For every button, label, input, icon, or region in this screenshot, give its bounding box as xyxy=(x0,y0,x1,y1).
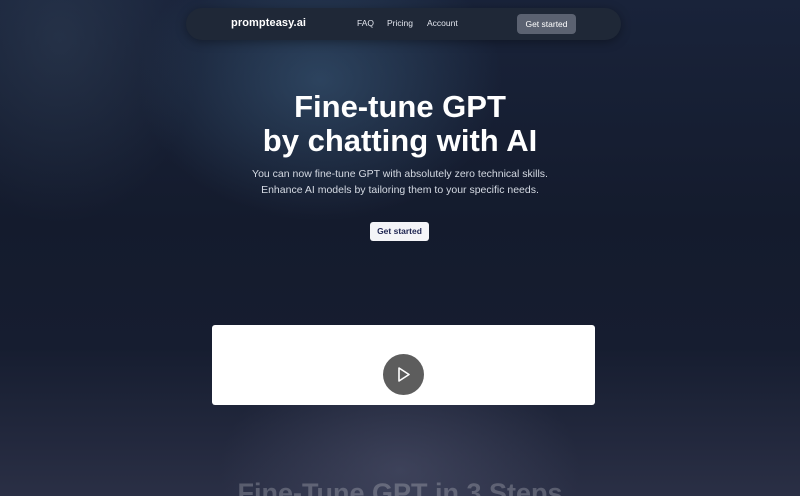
hero-title-line-2: by chatting with AI xyxy=(262,123,538,158)
play-button[interactable] xyxy=(383,354,424,395)
steps-section-heading: Fine-Tune GPT in 3 Steps xyxy=(237,478,563,496)
top-navbar: prompteasy.ai FAQ Pricing Account Get st… xyxy=(186,8,621,40)
video-player[interactable] xyxy=(212,325,595,405)
hero-subtitle: You can now fine-tune GPT with absolutel… xyxy=(0,166,800,198)
nav-get-started-button[interactable]: Get started xyxy=(517,14,576,34)
hero-get-started-button[interactable]: Get started xyxy=(370,222,429,241)
nav-link-account[interactable]: Account xyxy=(427,18,458,28)
brand-logo[interactable]: prompteasy.ai xyxy=(231,17,306,29)
hero-title-line-1: Fine-tune GPT xyxy=(294,89,506,124)
nav-link-pricing[interactable]: Pricing xyxy=(387,18,413,28)
hero-subtitle-line-2: Enhance AI models by tailoring them to y… xyxy=(261,184,539,196)
nav-link-faq[interactable]: FAQ xyxy=(357,18,374,28)
page-background xyxy=(0,0,800,496)
hero-subtitle-line-1: You can now fine-tune GPT with absolutel… xyxy=(252,168,548,180)
hero-title: Fine-tune GPT by chatting with AI xyxy=(0,90,800,158)
play-icon xyxy=(398,367,410,382)
